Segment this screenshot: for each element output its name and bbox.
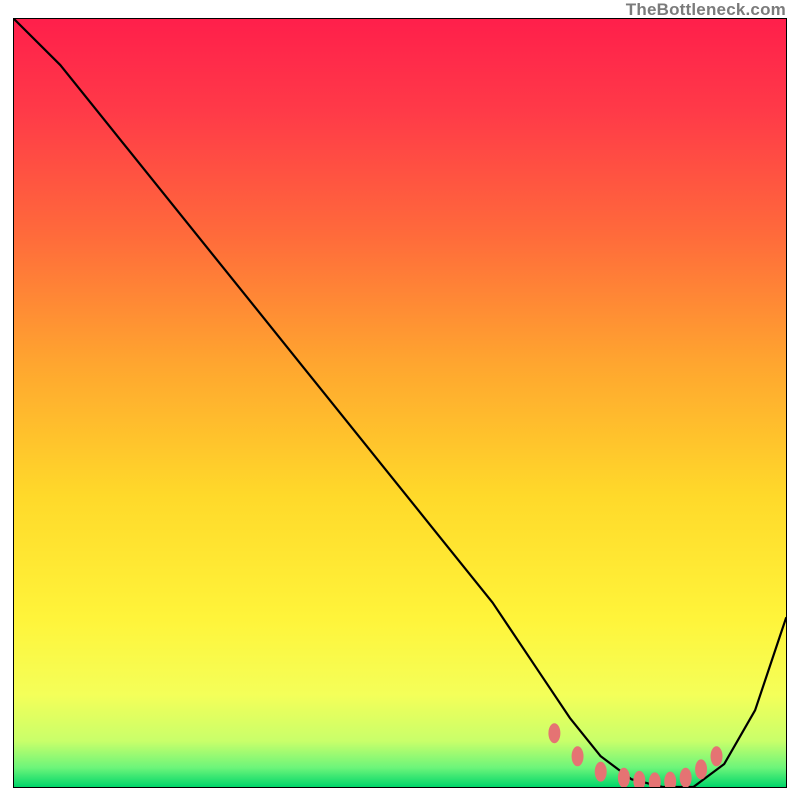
optimal-marker xyxy=(595,762,607,782)
optimal-marker xyxy=(695,759,707,779)
gradient-background xyxy=(14,19,786,787)
optimal-marker xyxy=(680,768,692,787)
watermark-text: TheBottleneck.com xyxy=(626,0,786,20)
plot-svg xyxy=(14,19,786,787)
plot-area xyxy=(13,18,787,788)
optimal-marker xyxy=(572,746,584,766)
chart-stage: TheBottleneck.com xyxy=(0,0,800,800)
optimal-marker xyxy=(618,768,630,787)
optimal-marker xyxy=(711,746,723,766)
optimal-marker xyxy=(548,723,560,743)
